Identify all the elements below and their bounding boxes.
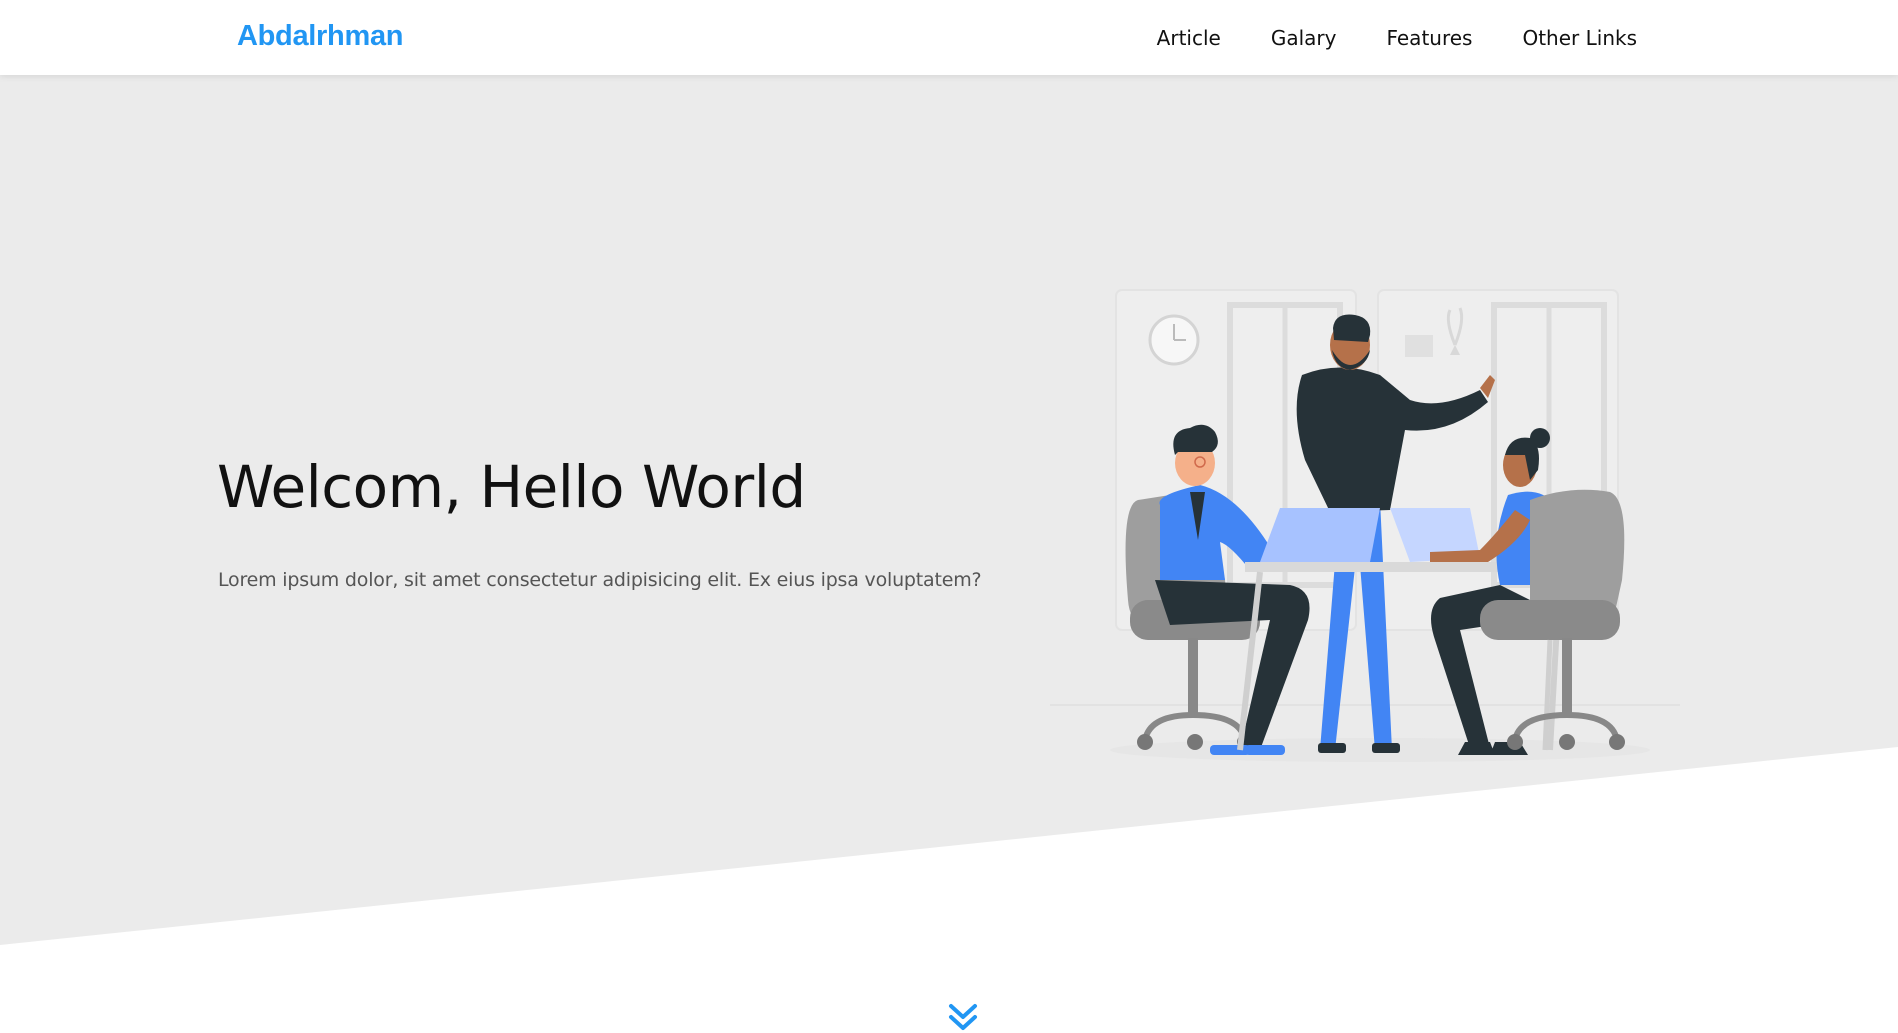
man-standing-hair — [1333, 314, 1371, 342]
nav-link-article[interactable]: Article — [1157, 26, 1221, 50]
chevron-top-icon — [949, 1004, 977, 1019]
main-nav: Article Galary Features Other Links — [1107, 0, 1637, 75]
nav-link-features[interactable]: Features — [1386, 26, 1472, 50]
man-left-shoe — [1210, 745, 1250, 755]
team-meeting-illustration — [1050, 289, 1680, 762]
man-standing-shoe-2 — [1372, 743, 1400, 753]
nav-link-other-links[interactable]: Other Links — [1522, 26, 1637, 50]
chair-right-stem — [1562, 638, 1572, 713]
chair-left-stem — [1188, 638, 1198, 713]
nav-link-galary[interactable]: Galary — [1271, 26, 1337, 50]
man-left-shoe-2 — [1245, 745, 1285, 755]
laptop-left-icon — [1260, 508, 1380, 562]
site-logo[interactable]: Abdalrhman — [237, 20, 403, 53]
hero-section: Welcom, Hello World Lorem ipsum dolor, s… — [0, 75, 1898, 1030]
chair-right-wheel-3 — [1609, 734, 1625, 750]
chair-left-wheel-1 — [1137, 734, 1153, 750]
chair-left-wheel-2 — [1187, 734, 1203, 750]
hero-subtitle: Lorem ipsum dolor, sit amet consectetur … — [218, 569, 982, 591]
site-header: Abdalrhman Article Galary Features Other… — [0, 0, 1898, 75]
man-standing-shoe-1 — [1318, 743, 1346, 753]
chair-right-wheel-1 — [1507, 734, 1523, 750]
double-chevron-down-icon[interactable] — [947, 1003, 979, 1033]
chair-right-seat — [1480, 600, 1620, 640]
chair-right-wheel-2 — [1559, 734, 1575, 750]
picture-frame-icon — [1405, 335, 1433, 357]
hero-title: Welcom, Hello World — [217, 453, 806, 521]
hair-bun-icon — [1530, 428, 1550, 448]
